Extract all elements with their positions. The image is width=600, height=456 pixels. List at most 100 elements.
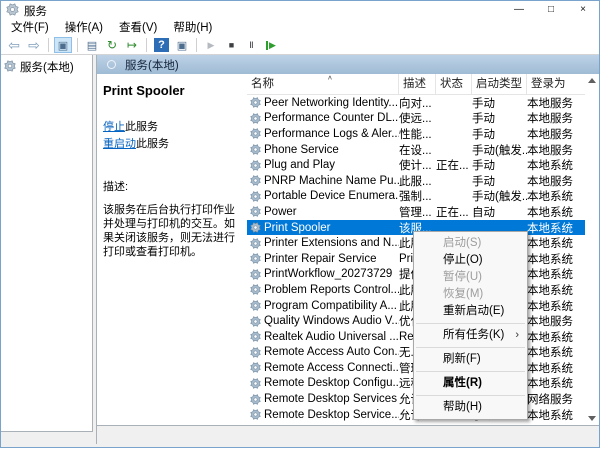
gear-icon [250,175,261,186]
ctx-help[interactable]: 帮助(H) [414,399,527,416]
service-name: PrintWorkflow_20273729 [264,268,392,280]
column-header-3[interactable]: 启动类型 [472,74,527,94]
properties-icon[interactable]: ▤ [83,37,101,53]
cell-desc: 性能... [399,126,436,142]
cell-desc: 使计... [399,157,436,173]
show-action-pane-icon[interactable]: ▣ [173,37,191,53]
cell-name: Performance Logs & Aler... [247,128,399,140]
restart-service-icon[interactable]: ▶ [266,41,276,50]
refresh-icon[interactable]: ↻ [103,37,121,53]
menu-separator [416,347,525,348]
services-gear-icon [4,60,16,75]
start-service-icon[interactable]: ▶ [202,37,220,53]
cell-name: Portable Device Enumera... [247,190,399,202]
toolbar-separator [146,38,147,52]
column-header-0[interactable]: 名称∧ [247,74,399,94]
minimize-button[interactable]: — [503,1,535,20]
tree-item-services-local[interactable]: 服务(本地) [1,55,92,75]
close-button[interactable]: × [567,1,599,20]
scroll-up-icon[interactable] [588,78,596,83]
cell-logon: 本地服务 [527,142,585,158]
cell-name: Remote Access Auto Con... [247,346,399,358]
cell-desc: 使远... [399,110,436,126]
ctx-all-tasks[interactable]: 所有任务(K)› [414,327,527,344]
scroll-down-icon[interactable] [588,416,596,421]
ctx-refresh[interactable]: 刷新(F) [414,351,527,368]
cell-logon: 本地系统 [527,188,585,204]
gear-icon [250,284,261,295]
show-console-tree-icon[interactable]: ▣ [54,37,72,53]
pause-service-icon[interactable]: Ⅱ [242,37,260,53]
gear-icon [250,206,261,217]
tab-standard-label: 标准 [103,426,131,441]
list-header: 名称∧描述状态启动类型登录为 [247,74,599,95]
gear-icon [250,253,261,264]
export-list-icon[interactable]: ↦ [123,37,141,53]
gear-icon [250,191,261,202]
cell-name: Remote Access Connecti... [247,362,399,374]
table-row[interactable]: PNRP Machine Name Pu...此服...手动本地服务 [247,173,585,189]
stop-service-icon[interactable]: ■ [222,37,240,53]
view-tabs-strip: 扩展标准 [97,425,599,444]
table-row[interactable]: Peer Networking Identity...向对...手动本地服务 [247,95,585,111]
table-row[interactable]: Performance Counter DL...使远...手动本地服务 [247,111,585,127]
stop-service-link[interactable]: 停止 [103,121,125,133]
cell-logon: 本地系统 [527,407,585,423]
menu-view[interactable]: 查看(V) [111,20,165,36]
submenu-arrow-icon: › [515,327,519,344]
cell-name: PNRP Machine Name Pu... [247,175,399,187]
column-header-2[interactable]: 状态 [436,74,472,94]
cell-name: Realtek Audio Universal ... [247,331,399,343]
cell-logon: 本地系统 [527,298,585,314]
cell-startup: 自动 [472,204,527,220]
cell-name: Phone Service [247,144,399,156]
back-icon[interactable]: ⇦ [5,37,23,53]
services-node-icon [107,60,116,69]
maximize-button[interactable]: □ [535,1,567,20]
help-icon[interactable]: ? [154,38,169,52]
cell-name: Remote Desktop Services [247,393,399,405]
service-name: Plug and Play [264,159,335,171]
vertical-scrollbar[interactable] [585,74,599,425]
cell-logon: 本地服务 [527,126,585,142]
service-name: Printer Repair Service [264,253,376,265]
menubar: 文件(F)操作(A)查看(V)帮助(H) [1,20,599,36]
sort-ascending-icon: ∧ [327,74,333,81]
menu-file[interactable]: 文件(F) [3,20,57,36]
cell-logon: 本地系统 [527,344,585,360]
ctx-pause[interactable]: 暂停(U) [414,269,527,286]
service-name: Print Spooler [264,222,330,234]
cell-logon: 本地系统 [527,235,585,251]
title-bar: 服务 —□× [1,1,599,20]
cell-startup: 手动 [472,95,527,111]
cell-name: Quality Windows Audio V... [247,315,399,327]
ctx-properties[interactable]: 属性(R) [414,375,527,392]
table-row[interactable]: Power管理...正在...自动本地系统 [247,204,585,220]
table-row[interactable]: Portable Device Enumera...强制...手动(触发...本… [247,189,585,205]
restart-service-link-line: 重启动此服务 [103,135,243,151]
console-tree-panel: 服务(本地) [1,55,93,432]
table-row[interactable]: Plug and Play使计...正在...手动本地系统 [247,157,585,173]
column-header-1[interactable]: 描述 [399,74,436,94]
ctx-resume[interactable]: 恢复(M) [414,286,527,303]
service-name: Program Compatibility A... [264,300,397,312]
table-row[interactable]: Phone Service在设...手动(触发...本地服务 [247,142,585,158]
cell-desc: 管理... [399,204,436,220]
service-name: Remote Desktop Services [264,393,397,405]
ctx-start[interactable]: 启动(S) [414,235,527,252]
restart-service-link[interactable]: 重启动 [103,138,136,150]
gear-icon [250,378,261,389]
table-row[interactable]: Performance Logs & Aler...性能...手动本地服务 [247,126,585,142]
ctx-restart[interactable]: 重新启动(E) [414,303,527,320]
cell-logon: 本地服务 [527,173,585,189]
forward-icon[interactable]: ⇨ [25,37,43,53]
gear-icon [250,128,261,139]
gear-icon [250,362,261,373]
menu-help[interactable]: 帮助(H) [165,20,220,36]
ctx-stop[interactable]: 停止(O) [414,252,527,269]
cell-logon: 本地系统 [527,251,585,267]
service-name: Performance Counter DL... [264,112,399,124]
menu-action[interactable]: 操作(A) [57,20,111,36]
cell-name: Program Compatibility A... [247,300,399,312]
context-menu: 启动(S)停止(O)暂停(U)恢复(M)重新启动(E) 所有任务(K)› 刷新(F)… [413,231,528,420]
